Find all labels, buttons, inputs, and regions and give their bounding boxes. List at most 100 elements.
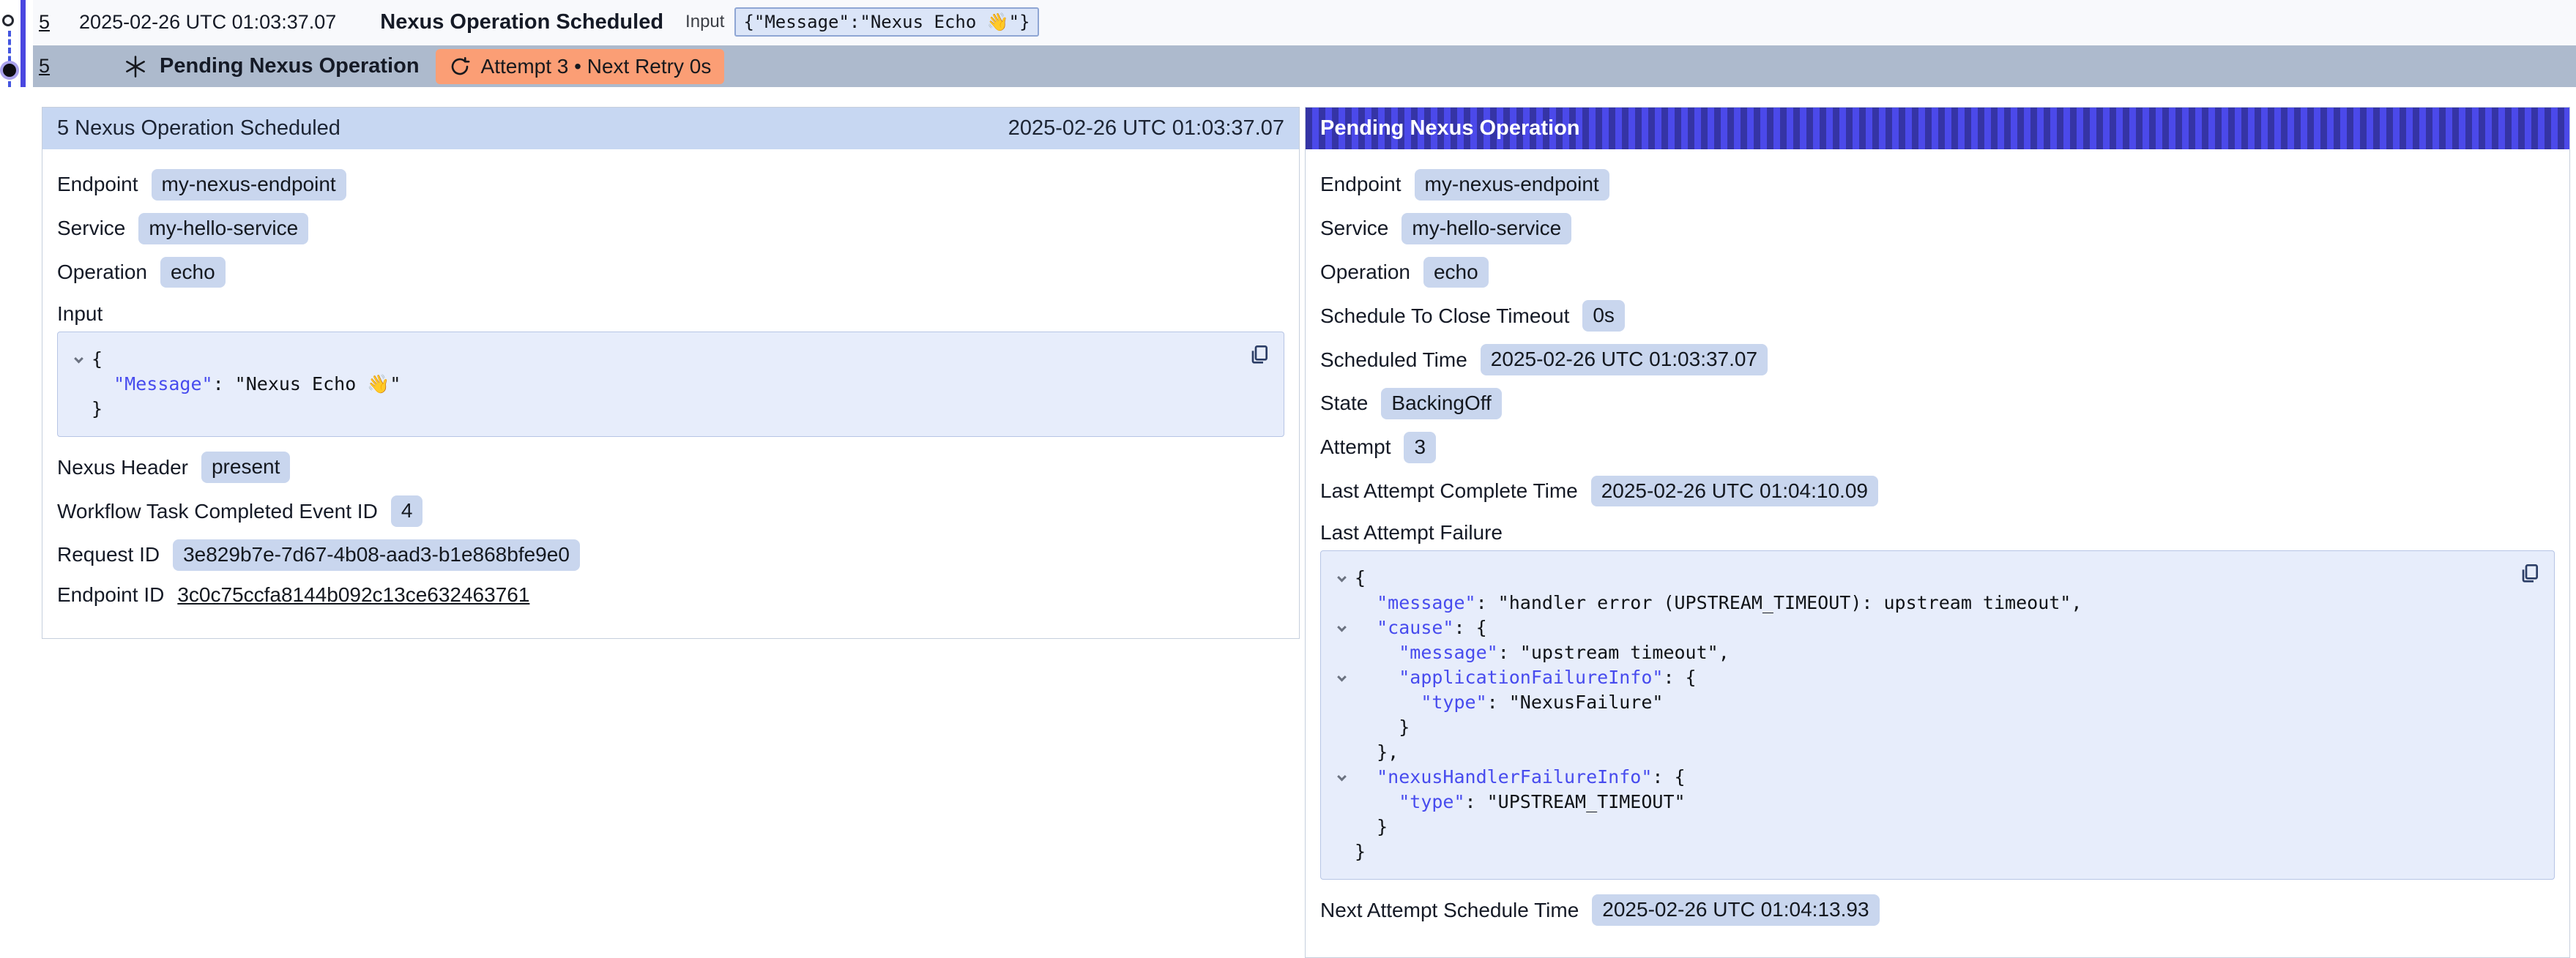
code-gutter xyxy=(1328,566,1355,591)
field-label: Nexus Header xyxy=(57,456,188,479)
field-value-badge: 2025-02-26 UTC 01:03:37.07 xyxy=(1481,344,1768,375)
field-schedule-to-close-timeout: Schedule To Close Timeout 0s xyxy=(1320,300,2555,332)
code-gutter xyxy=(1328,690,1355,715)
retry-icon xyxy=(449,56,471,78)
field-value-badge: echo xyxy=(160,257,226,288)
field-value-badge: 3 xyxy=(1404,432,1436,463)
pending-panel: Pending Nexus Operation Endpoint my-nexu… xyxy=(1305,107,2570,958)
field-value-badge: my-nexus-endpoint xyxy=(152,169,346,201)
field-label: Attempt xyxy=(1320,435,1391,459)
json-text: }, xyxy=(1355,740,1399,765)
field-scheduled-time: Scheduled Time 2025-02-26 UTC 01:03:37.0… xyxy=(1320,344,2555,375)
last-attempt-failure-label: Last Attempt Failure xyxy=(1320,521,2555,545)
json-text: } xyxy=(92,397,103,422)
field-value-badge: present xyxy=(201,452,290,483)
field-state: State BackingOff xyxy=(1320,388,2555,419)
collapse-chevron-icon[interactable] xyxy=(1337,772,1347,782)
field-value-badge: echo xyxy=(1423,257,1489,288)
json-text: { xyxy=(92,347,103,372)
pending-dot-icon xyxy=(3,64,16,77)
field-workflow-task-completed-event-id: Workflow Task Completed Event ID 4 xyxy=(57,495,1284,527)
pending-title: Pending Nexus Operation xyxy=(160,54,420,78)
code-gutter xyxy=(65,372,92,397)
scheduled-panel: 5 Nexus Operation Scheduled 2025-02-26 U… xyxy=(42,107,1300,639)
collapse-chevron-icon[interactable] xyxy=(1337,673,1347,682)
input-preview-chip: {"Message":"Nexus Echo 👋"} xyxy=(734,7,1038,37)
code-gutter xyxy=(1328,815,1355,839)
event-details: 5 Nexus Operation Scheduled 2025-02-26 U… xyxy=(42,107,2570,958)
copy-icon xyxy=(1248,343,1272,366)
event-id-link[interactable]: 5 xyxy=(39,11,50,34)
code-gutter xyxy=(1328,665,1355,690)
field-label: Next Attempt Schedule Time xyxy=(1320,899,1579,922)
json-text xyxy=(1355,765,1377,790)
code-gutter xyxy=(1328,615,1355,640)
field-value-badge: 2025-02-26 UTC 01:04:13.93 xyxy=(1592,894,1879,926)
json-text: : { xyxy=(1453,615,1486,640)
event-input-label: Input xyxy=(685,12,724,32)
collapse-chevron-icon[interactable] xyxy=(1337,573,1347,583)
pending-event-row[interactable]: 5 Pending Nexus Operation Attempt 3 • Ne… xyxy=(33,45,2576,87)
field-service: Service my-hello-service xyxy=(57,213,1284,244)
json-key: "Message" xyxy=(113,372,212,397)
field-last-attempt-complete-time: Last Attempt Complete Time 2025-02-26 UT… xyxy=(1320,476,2555,507)
field-label: Operation xyxy=(57,261,147,284)
code-gutter xyxy=(1328,740,1355,765)
json-text: : { xyxy=(1663,665,1696,690)
field-service: Service my-hello-service xyxy=(1320,213,2555,244)
input-section-label: Input xyxy=(57,302,1284,326)
field-label: Last Attempt Complete Time xyxy=(1320,479,1578,503)
json-text: { xyxy=(1355,566,1366,591)
json-text: : "upstream timeout", xyxy=(1498,640,1730,665)
input-code-block: { "Message": "Nexus Echo 👋"} xyxy=(57,332,1284,437)
timeline-dashed-line xyxy=(8,31,11,87)
code-gutter xyxy=(1328,790,1355,815)
code-gutter xyxy=(1328,640,1355,665)
field-attempt: Attempt 3 xyxy=(1320,432,2555,463)
pending-panel-body: Endpoint my-nexus-endpoint Service my-he… xyxy=(1306,149,2569,957)
field-label: State xyxy=(1320,392,1368,415)
endpoint-id-link[interactable]: 3c0c75ccfa8144b092c13ce632463761 xyxy=(177,583,529,607)
field-value-badge: 3e829b7e-7d67-4b08-aad3-b1e868bfe9e0 xyxy=(173,539,580,571)
scheduled-panel-title: 5 Nexus Operation Scheduled xyxy=(57,116,340,141)
field-label: Service xyxy=(1320,217,1388,240)
code-gutter xyxy=(1328,715,1355,740)
field-operation: Operation echo xyxy=(57,257,1284,288)
scheduled-panel-timestamp: 2025-02-26 UTC 01:03:37.07 xyxy=(1008,116,1284,141)
json-text: } xyxy=(1355,839,1366,864)
scheduled-panel-header: 5 Nexus Operation Scheduled 2025-02-26 U… xyxy=(42,108,1299,149)
json-text: : "Nexus Echo 👋" xyxy=(213,372,401,397)
json-text xyxy=(1355,615,1377,640)
json-text xyxy=(1355,690,1421,715)
code-gutter xyxy=(1328,591,1355,615)
json-text: } xyxy=(1355,715,1410,740)
field-request-id: Request ID 3e829b7e-7d67-4b08-aad3-b1e86… xyxy=(57,539,1284,571)
field-label: Request ID xyxy=(57,543,160,566)
field-label: Endpoint xyxy=(1320,173,1401,196)
collapse-chevron-icon[interactable] xyxy=(1337,623,1347,632)
field-endpoint: Endpoint my-nexus-endpoint xyxy=(1320,169,2555,201)
json-key: "nexusHandlerFailureInfo" xyxy=(1377,765,1652,790)
pending-panel-title: Pending Nexus Operation xyxy=(1320,116,1580,141)
json-text xyxy=(1355,640,1399,665)
timeline-line xyxy=(21,0,26,87)
field-operation: Operation echo xyxy=(1320,257,2555,288)
json-text: : { xyxy=(1652,765,1685,790)
code-gutter xyxy=(65,347,92,372)
json-key: "applicationFailureInfo" xyxy=(1399,665,1663,690)
json-text: : "UPSTREAM_TIMEOUT" xyxy=(1465,790,1686,815)
field-value-badge: BackingOff xyxy=(1381,388,1501,419)
collapse-chevron-icon[interactable] xyxy=(74,354,83,364)
event-row-scheduled[interactable]: 5 2025-02-26 UTC 01:03:37.07 Nexus Opera… xyxy=(33,0,2576,44)
attempt-badge-text: Attempt 3 • Next Retry 0s xyxy=(481,55,712,78)
code-gutter xyxy=(1328,765,1355,790)
json-text xyxy=(1355,790,1399,815)
copy-button[interactable] xyxy=(1248,343,1272,368)
code-gutter xyxy=(1328,839,1355,864)
json-text: : "handler error (UPSTREAM_TIMEOUT): ups… xyxy=(1476,591,2082,615)
field-nexus-header: Nexus Header present xyxy=(57,452,1284,483)
pending-panel-header: Pending Nexus Operation xyxy=(1306,108,2569,149)
copy-button[interactable] xyxy=(2519,561,2542,587)
field-label: Endpoint ID xyxy=(57,583,164,607)
pending-event-id-link[interactable]: 5 xyxy=(39,55,50,78)
